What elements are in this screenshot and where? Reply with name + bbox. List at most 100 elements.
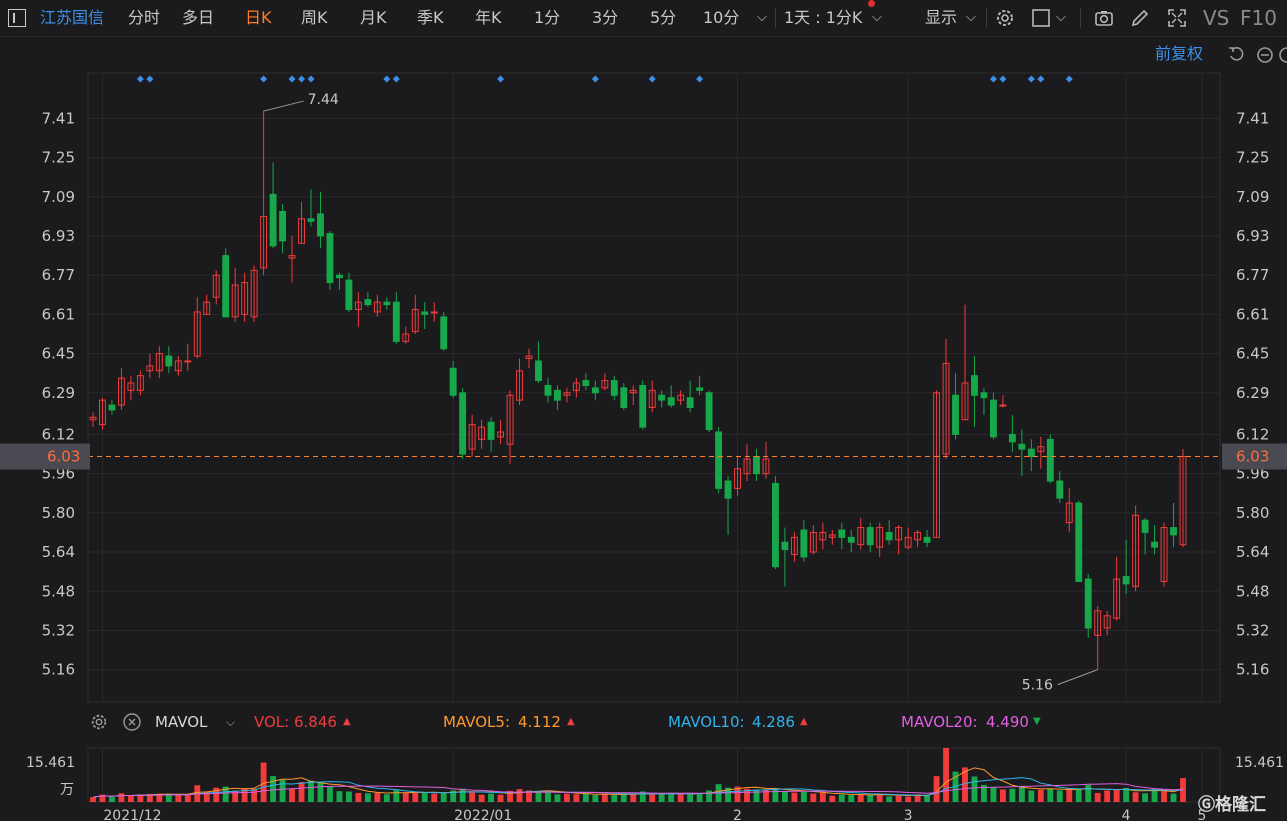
volume-bar [753, 789, 760, 802]
volume-bar [118, 793, 125, 802]
volume-bar [469, 792, 476, 802]
volume-bar [1047, 789, 1054, 802]
event-marker [392, 75, 400, 83]
tab-3[interactable]: 周K [301, 0, 328, 36]
chevron-down-icon[interactable]: ⌵ [757, 0, 767, 36]
volume-bar [516, 789, 523, 802]
price-tick-right: 5.64 [1236, 543, 1269, 561]
vs-button[interactable]: VS [1203, 0, 1229, 36]
mavol20-label: MAVOL20: [901, 713, 978, 731]
event-marker [989, 75, 997, 83]
candle-body [715, 431, 723, 489]
volume-bar [791, 792, 798, 802]
event-marker [298, 75, 306, 83]
volume-bar [270, 776, 277, 802]
period-select[interactable]: 1天 : 1分K [784, 0, 862, 36]
display-button[interactable]: 显示 [925, 0, 957, 36]
volume-bar [1161, 790, 1167, 802]
close-icon[interactable] [123, 713, 141, 731]
volume-bar [213, 787, 220, 802]
event-marker [260, 75, 268, 83]
settings-icon[interactable] [90, 713, 108, 731]
watermark-logo: Ⓖ格隆汇 [1198, 795, 1266, 815]
volume-bar [545, 791, 551, 802]
volume-bar [488, 793, 495, 802]
volume-bar [109, 797, 115, 802]
event-marker [288, 75, 296, 83]
price-tick: 5.16 [42, 661, 75, 679]
candle-body [952, 394, 959, 435]
tab-7[interactable]: 1分 [534, 0, 560, 36]
divider [775, 8, 776, 28]
up-arrow-icon: ▲ [800, 716, 808, 727]
price-tick-right: 6.77 [1236, 266, 1269, 284]
tab-9[interactable]: 5分 [650, 0, 676, 36]
square-icon[interactable] [1031, 8, 1051, 28]
tab-5[interactable]: 季K [417, 0, 444, 36]
volume-bar [1170, 793, 1177, 802]
volume-bar [772, 788, 779, 802]
volume-bar [336, 791, 343, 802]
tab-4[interactable]: 月K [360, 0, 387, 36]
volume-bar [383, 794, 390, 802]
x-axis-label: 2021/12 [103, 808, 161, 821]
event-marker [1027, 75, 1035, 83]
sidebar-toggle-icon[interactable] [8, 9, 26, 27]
candle-body [1084, 578, 1092, 629]
stock-name[interactable]: 江苏国信 [40, 0, 104, 36]
volume-bar [478, 794, 485, 802]
tab-2[interactable]: 日K [245, 0, 272, 36]
chevron-down-icon[interactable]: ⌵ [1056, 0, 1066, 36]
price-tick-right: 5.48 [1236, 582, 1269, 600]
volume-bar [554, 794, 561, 802]
vol-label: VOL: [254, 713, 290, 731]
top-toolbar: 江苏国信 分时 多日 日K 周K 月K 季K 年K 1分 3分 5分 10分 ⌵ 1天 : 1分K ⌵… [0, 0, 1287, 37]
candle-body [430, 311, 438, 314]
candle-body [838, 529, 846, 538]
tab-10[interactable]: 10分 [703, 0, 739, 36]
volume-bar [829, 795, 836, 802]
volume-bar [1113, 789, 1120, 802]
low-pointer [1057, 669, 1098, 686]
volume-bar [800, 791, 807, 802]
price-tick: 6.93 [42, 227, 75, 245]
volume-axis-max-right: 15.461 [1235, 755, 1284, 771]
indicator-name[interactable]: MAVOL [155, 707, 207, 737]
vol-value: 6.846 [294, 713, 337, 731]
pencil-icon[interactable] [1130, 8, 1150, 28]
volume-bar [668, 793, 675, 802]
fullscreen-icon[interactable] [1167, 8, 1187, 28]
candle-body [1141, 519, 1149, 533]
volume-bar [592, 795, 599, 802]
camera-icon[interactable] [1094, 8, 1114, 28]
tab-8[interactable]: 3分 [592, 0, 618, 36]
f10-button[interactable]: F10 [1240, 0, 1277, 36]
up-arrow-icon: ▲ [567, 716, 575, 727]
volume-bar [611, 795, 618, 802]
candle-body [686, 397, 694, 409]
tab-6[interactable]: 年K [475, 0, 502, 36]
chevron-down-icon[interactable]: ⌵ [966, 0, 976, 36]
tab-1[interactable]: 多日 [182, 0, 214, 36]
event-marker [591, 75, 599, 83]
candle-body [269, 193, 277, 247]
volume-axis-max: 15.461 [26, 755, 75, 771]
candle-body [317, 213, 324, 237]
volume-bar [905, 796, 912, 802]
x-axis-label: 4 [1122, 808, 1131, 821]
volume-bar [317, 782, 324, 802]
candle-body [591, 387, 599, 394]
volume-bar [1075, 789, 1082, 802]
volume-bar [582, 793, 589, 802]
price-tick-right: 6.12 [1236, 425, 1269, 443]
kline-chart[interactable]: 7.41 7.41 7.25 7.25 7.09 7.09 6.93 6.93 6.77 6.77… [0, 37, 1287, 821]
chevron-down-icon[interactable]: ⌵ [226, 707, 235, 737]
price-tick-right: 6.29 [1236, 384, 1269, 402]
settings-icon[interactable] [995, 8, 1015, 28]
tab-0[interactable]: 分时 [128, 0, 160, 36]
candle-body [440, 316, 448, 350]
volume-bar [630, 794, 637, 802]
volume-bar [971, 776, 978, 802]
candle-body [345, 279, 353, 311]
volume-bar [781, 791, 788, 802]
